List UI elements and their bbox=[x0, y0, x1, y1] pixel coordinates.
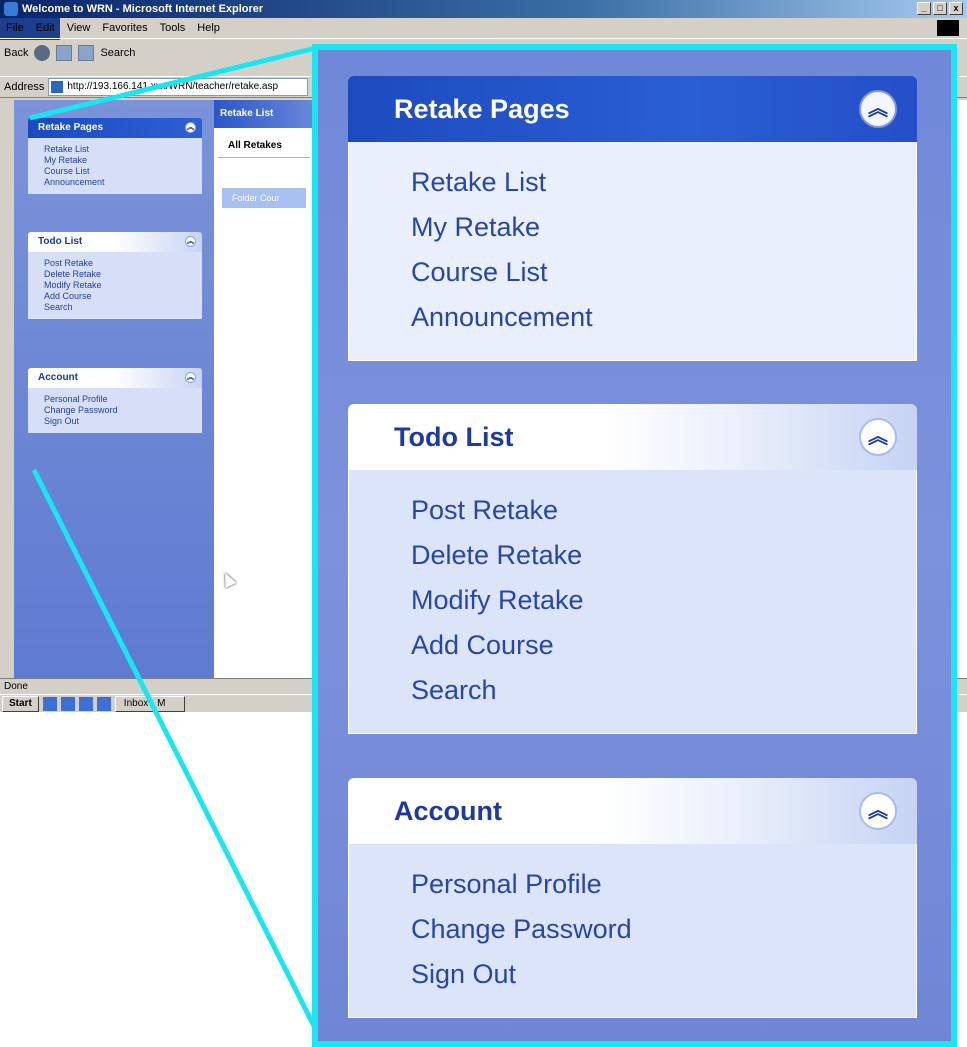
mini-panel-body: Personal Profile Change Password Sign Ou… bbox=[28, 388, 202, 433]
maximize-button[interactable]: □ bbox=[933, 2, 947, 15]
address-label: Address bbox=[4, 81, 45, 93]
mini-panel-body: Post Retake Delete Retake Modify Retake … bbox=[28, 252, 202, 319]
sidebar-item-post-retake[interactable]: Post Retake bbox=[411, 488, 916, 533]
mini-panel-body: Retake List My Retake Course List Announ… bbox=[28, 138, 202, 194]
panel-header-todo-list[interactable]: Todo List ︽ bbox=[348, 404, 917, 470]
panel-body: Retake List My Retake Course List Announ… bbox=[348, 142, 917, 361]
mini-panel-header[interactable]: Todo List ︽ bbox=[28, 232, 202, 252]
panel-todo-list: Todo List ︽ Post Retake Delete Retake Mo… bbox=[348, 404, 917, 734]
quicklaunch-icon[interactable] bbox=[96, 696, 111, 711]
sidebar-item-modify-retake[interactable]: Modify Retake bbox=[411, 578, 916, 623]
sidebar-item-sign-out[interactable]: Sign Out bbox=[411, 952, 916, 997]
mini-link[interactable]: Add Course bbox=[44, 291, 202, 302]
sidebar-item-retake-list[interactable]: Retake List bbox=[411, 160, 916, 205]
mini-link[interactable]: Search bbox=[44, 302, 202, 313]
mini-link[interactable]: Retake List bbox=[44, 144, 202, 155]
panel-retake-pages: Retake Pages ︽ Retake List My Retake Cou… bbox=[348, 76, 917, 361]
quicklaunch-icon[interactable] bbox=[78, 696, 93, 711]
mini-link[interactable]: My Retake bbox=[44, 155, 202, 166]
quicklaunch-icon[interactable] bbox=[42, 696, 57, 711]
chevron-double-up-icon[interactable]: ︽ bbox=[185, 236, 196, 247]
menu-tools[interactable]: Tools bbox=[160, 18, 186, 38]
sidebar-item-announcement[interactable]: Announcement bbox=[411, 295, 916, 340]
main-content: Retake List All Retakes Folder Cour bbox=[214, 100, 314, 678]
mini-panel-account: Account ︽ Personal Profile Change Passwo… bbox=[28, 368, 202, 433]
sidebar-item-search[interactable]: Search bbox=[411, 668, 916, 713]
panel-body: Personal Profile Change Password Sign Ou… bbox=[348, 844, 917, 1018]
menu-favorites[interactable]: Favorites bbox=[102, 18, 147, 38]
table-header: Folder Cour bbox=[222, 188, 306, 208]
panel-account: Account ︽ Personal Profile Change Passwo… bbox=[348, 778, 917, 1018]
panel-header-retake-pages[interactable]: Retake Pages ︽ bbox=[348, 76, 917, 142]
home-icon[interactable] bbox=[78, 44, 95, 61]
sidebar-item-change-password[interactable]: Change Password bbox=[411, 907, 916, 952]
mini-sidebar: Retake Pages ︽ Retake List My Retake Cou… bbox=[14, 100, 214, 678]
panel-title: Retake Pages bbox=[394, 94, 570, 124]
mini-panel-title: Account bbox=[38, 372, 78, 383]
sidebar-item-personal-profile[interactable]: Personal Profile bbox=[411, 862, 916, 907]
quicklaunch-icon[interactable] bbox=[60, 696, 75, 711]
menu-view[interactable]: View bbox=[67, 18, 91, 38]
window-titlebar: Welcome to WRN - Microsoft Internet Expl… bbox=[0, 0, 967, 18]
mini-link[interactable]: Announcement bbox=[44, 177, 202, 188]
mini-link[interactable]: Post Retake bbox=[44, 258, 202, 269]
mini-link[interactable]: Change Password bbox=[44, 405, 202, 416]
mini-link[interactable]: Personal Profile bbox=[44, 394, 202, 405]
menu-help[interactable]: Help bbox=[197, 18, 220, 38]
stop-icon[interactable] bbox=[34, 44, 51, 61]
zoomed-sidebar: Retake Pages ︽ Retake List My Retake Cou… bbox=[312, 44, 957, 1047]
mini-panel-retake-pages: Retake Pages ︽ Retake List My Retake Cou… bbox=[28, 118, 202, 194]
content-subtitle: All Retakes bbox=[218, 128, 310, 158]
chevron-double-up-icon[interactable]: ︽ bbox=[185, 372, 196, 383]
chevron-double-up-icon[interactable]: ︽ bbox=[859, 418, 897, 456]
ie-logo-icon bbox=[4, 2, 18, 16]
start-button[interactable]: Start bbox=[2, 695, 39, 712]
menubar: File Edit View Favorites Tools Help bbox=[0, 18, 967, 38]
address-input[interactable]: http://193.166.141.xxx/WRN/teacher/retak… bbox=[48, 78, 309, 96]
panel-body: Post Retake Delete Retake Modify Retake … bbox=[348, 470, 917, 734]
back-button[interactable]: Back bbox=[4, 39, 28, 67]
chevron-double-up-icon[interactable]: ︽ bbox=[859, 792, 897, 830]
sidebar-item-delete-retake[interactable]: Delete Retake bbox=[411, 533, 916, 578]
panel-title: Todo List bbox=[394, 422, 514, 452]
mini-panel-header[interactable]: Retake Pages ︽ bbox=[28, 118, 202, 138]
sidebar-item-add-course[interactable]: Add Course bbox=[411, 623, 916, 668]
refresh-icon[interactable] bbox=[56, 44, 73, 61]
panel-header-account[interactable]: Account ︽ bbox=[348, 778, 917, 844]
menu-edit[interactable]: Edit bbox=[36, 18, 55, 38]
mini-panel-title: Retake Pages bbox=[38, 122, 104, 133]
taskbar-item[interactable]: Inbox - M bbox=[114, 695, 185, 712]
chevron-double-up-icon[interactable]: ︽ bbox=[185, 122, 196, 133]
content-title: Retake List bbox=[214, 100, 314, 128]
mini-panel-title: Todo List bbox=[38, 236, 83, 247]
panel-title: Account bbox=[394, 796, 502, 826]
close-button[interactable]: x bbox=[949, 2, 963, 15]
mini-panel-header[interactable]: Account ︽ bbox=[28, 368, 202, 388]
mini-panel-todo-list: Todo List ︽ Post Retake Delete Retake Mo… bbox=[28, 232, 202, 319]
status-text: Done bbox=[4, 681, 28, 692]
search-button[interactable]: Search bbox=[100, 39, 135, 67]
chevron-double-up-icon[interactable]: ︽ bbox=[859, 90, 897, 128]
windows-logo-icon bbox=[937, 20, 959, 36]
sidebar-item-course-list[interactable]: Course List bbox=[411, 250, 916, 295]
mini-link[interactable]: Delete Retake bbox=[44, 269, 202, 280]
mini-link[interactable]: Course List bbox=[44, 166, 202, 177]
mini-link[interactable]: Modify Retake bbox=[44, 280, 202, 291]
minimize-button[interactable]: _ bbox=[917, 2, 931, 15]
sidebar-item-my-retake[interactable]: My Retake bbox=[411, 205, 916, 250]
window-controls: _ □ x bbox=[917, 2, 963, 15]
mini-link[interactable]: Sign Out bbox=[44, 416, 202, 427]
window-title: Welcome to WRN - Microsoft Internet Expl… bbox=[22, 3, 264, 15]
menu-file[interactable]: File bbox=[6, 18, 24, 38]
